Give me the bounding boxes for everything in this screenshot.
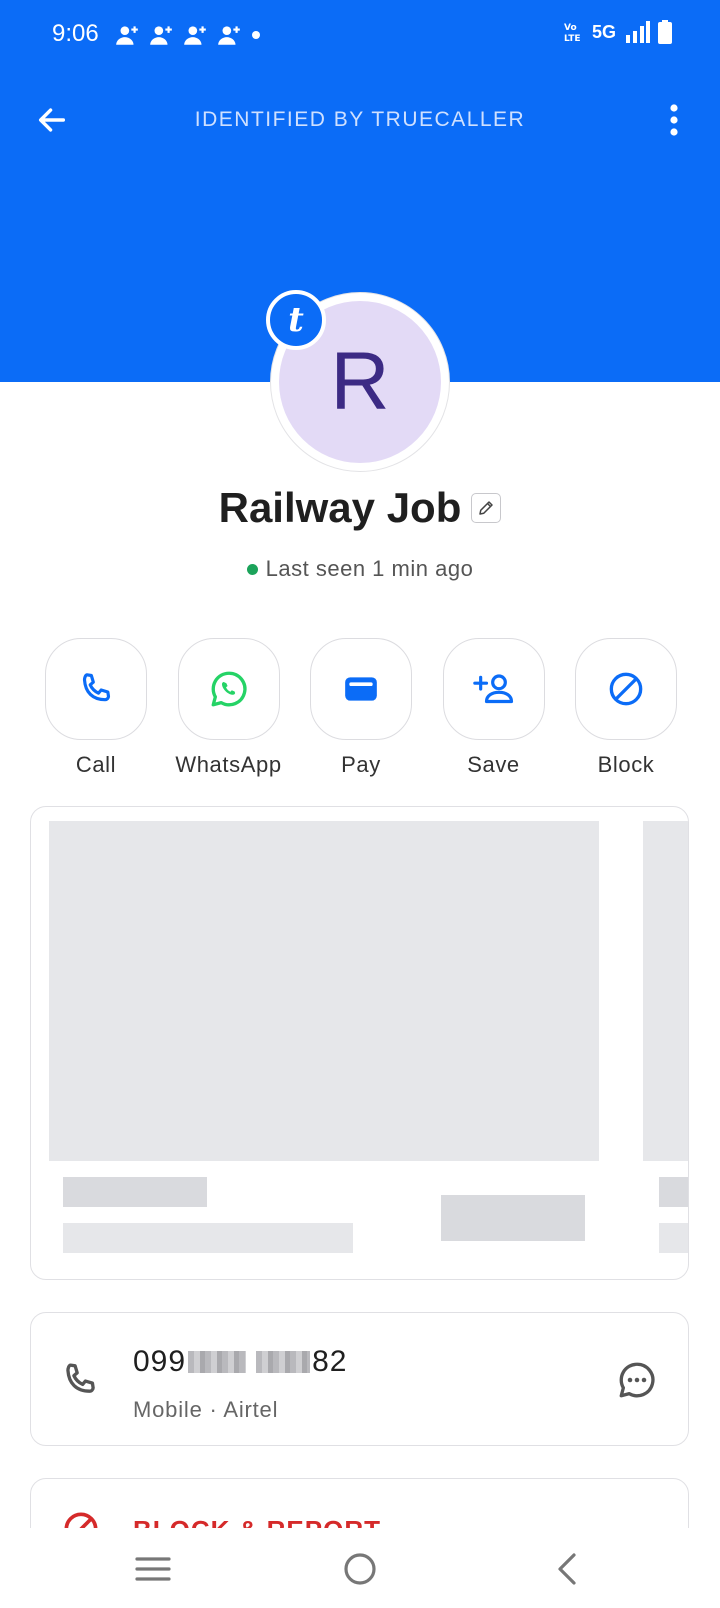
- add-contact-icon: [472, 674, 513, 704]
- whatsapp-label: WhatsApp: [175, 752, 282, 777]
- pencil-icon: [479, 501, 494, 515]
- edit-name-button[interactable]: [471, 493, 502, 523]
- block-label: Block: [597, 752, 655, 777]
- dot-icon: [252, 31, 260, 39]
- skeleton-image: [49, 821, 599, 1161]
- phone-icon: [82, 673, 111, 702]
- number-carrier: Mobile · Airtel: [133, 1397, 279, 1422]
- skeleton-line: [63, 1177, 207, 1207]
- last-seen-status: Last seen 1 min ago: [0, 556, 720, 582]
- add-user-icon: [150, 26, 172, 45]
- block-action[interactable]: Block: [574, 638, 678, 778]
- call-action[interactable]: Call: [44, 638, 148, 778]
- name-row: Railway Job: [0, 484, 720, 532]
- message-icon: [619, 1362, 655, 1398]
- status-right: Vo LTE 5G: [564, 20, 672, 44]
- pay-label: Pay: [341, 752, 381, 777]
- notification-icons: [114, 22, 262, 48]
- status-bar: 9:06 Vo LTE 5G: [0, 0, 720, 72]
- status-time: 9:06: [52, 20, 99, 47]
- battery-icon: [658, 20, 672, 44]
- whatsapp-button[interactable]: [177, 638, 280, 740]
- skeleton-image-next: [643, 821, 688, 1161]
- recents-button[interactable]: [128, 1544, 178, 1594]
- add-user-icon: [184, 26, 206, 45]
- svg-text:Vo: Vo: [564, 23, 577, 33]
- more-options-button[interactable]: [652, 98, 696, 142]
- skeleton-line: [63, 1223, 353, 1253]
- online-dot: [246, 563, 258, 575]
- skeleton-button: [441, 1195, 585, 1241]
- more-vert-icon: [670, 104, 678, 136]
- last-seen-text: Last seen 1 min ago: [265, 556, 474, 581]
- pay-action[interactable]: Pay: [309, 638, 413, 778]
- home-button[interactable]: [335, 1544, 385, 1594]
- phone-number-prefix: 099: [133, 1345, 187, 1378]
- network-type: 5G: [591, 21, 616, 42]
- save-button[interactable]: [442, 638, 545, 740]
- block-icon: [609, 672, 643, 706]
- volte-icon: VoLTE: [564, 23, 581, 43]
- phone-icon-wrap: [59, 1359, 101, 1406]
- save-action[interactable]: Save: [442, 638, 546, 778]
- system-nav-bar: [0, 1528, 720, 1608]
- phone-number-card[interactable]: 099 82 Mobile · Airtel: [30, 1312, 689, 1446]
- contact-name: Railway Job: [218, 484, 462, 531]
- truecaller-badge: t: [266, 290, 326, 350]
- phone-number[interactable]: 099 82: [133, 1345, 347, 1379]
- menu-icon: [135, 1557, 171, 1581]
- signal-icon: [626, 21, 650, 43]
- call-label: Call: [75, 752, 117, 777]
- header-title: IDENTIFIED BY TRUECALLER: [194, 108, 526, 131]
- phone-icon: [66, 1363, 95, 1393]
- top-app-bar: IDENTIFIED BY TRUECALLER: [0, 84, 720, 156]
- loading-card: [30, 806, 689, 1280]
- phone-number-suffix: 82: [312, 1345, 348, 1378]
- redacted-digits: [256, 1351, 311, 1373]
- action-row: Call WhatsApp Pay Save Block: [44, 638, 678, 778]
- redacted-digits: [188, 1351, 247, 1373]
- svg-text:LTE: LTE: [564, 34, 581, 43]
- home-circle-icon: [344, 1553, 376, 1585]
- pay-button[interactable]: [310, 638, 412, 740]
- add-user-icon: [218, 26, 240, 45]
- add-user-icon: [116, 26, 138, 45]
- chevron-left-icon: [558, 1553, 576, 1585]
- system-back-button[interactable]: [542, 1544, 592, 1594]
- message-button[interactable]: [614, 1357, 660, 1403]
- save-label: Save: [467, 752, 520, 777]
- skeleton-line: [659, 1177, 688, 1207]
- whatsapp-action[interactable]: WhatsApp: [175, 638, 282, 778]
- wallet-icon: [345, 677, 377, 701]
- whatsapp-icon: [211, 671, 247, 707]
- call-button[interactable]: [45, 638, 147, 740]
- skeleton-line: [659, 1223, 688, 1253]
- block-button[interactable]: [575, 638, 677, 740]
